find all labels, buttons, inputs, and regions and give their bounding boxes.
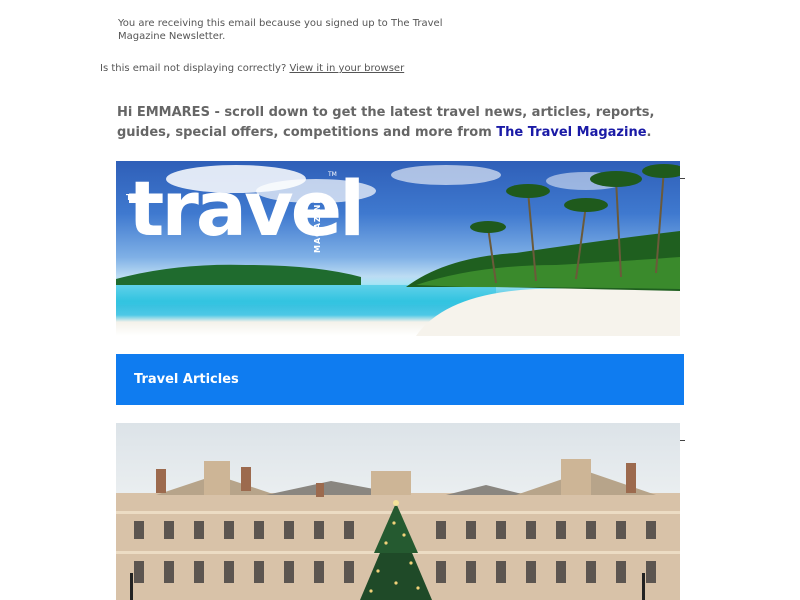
- palace-christmas-tree-photo: [116, 459, 680, 600]
- greeting-period: .: [646, 125, 652, 140]
- subscription-notice: You are receiving this email because you…: [118, 18, 443, 42]
- side-tick-2: [680, 440, 685, 441]
- hero-banner[interactable]: THE travel MAGAZINE TM: [116, 161, 680, 336]
- view-in-browser-link[interactable]: View it in your browser: [289, 63, 404, 74]
- travel-articles-header: Travel Articles: [116, 354, 684, 405]
- greeting-paragraph: Hi EMMARES - scroll down to get the late…: [117, 103, 677, 143]
- display-issue-text: Is this email not displaying correctly?: [100, 63, 287, 74]
- display-issue-line: Is this email not displaying correctly? …: [100, 62, 404, 75]
- brand-link[interactable]: The Travel Magazine: [496, 125, 646, 140]
- logo-magazine-text: MAGAZINE: [313, 197, 322, 253]
- logo-trademark: TM: [328, 171, 337, 178]
- section-title: Travel Articles: [134, 372, 239, 387]
- article-image[interactable]: [116, 423, 680, 600]
- travel-logo: travel: [128, 164, 365, 253]
- side-tick: [680, 178, 685, 179]
